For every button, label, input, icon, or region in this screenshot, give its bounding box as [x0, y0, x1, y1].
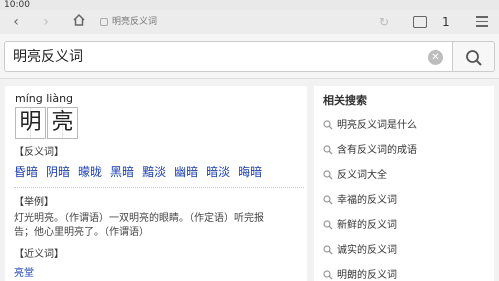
- menu-icon[interactable]: [476, 16, 488, 27]
- synonym-section-title: 【近义词】: [14, 249, 64, 260]
- pinyin: míng liàng: [15, 92, 74, 105]
- tab-count[interactable]: 1: [442, 14, 450, 30]
- related-search-item[interactable]: 明朗的反义词: [323, 268, 488, 281]
- search-query: 明亮反义词: [13, 49, 83, 65]
- character-boxes: 明 亮: [15, 107, 79, 139]
- related-searches-panel: 相关搜索 明亮反义词是什么 含有反义词的成语 反义词大全 幸福的反义词 新鲜的反…: [314, 86, 494, 281]
- status-bar: 10:00: [0, 0, 499, 10]
- antonym-link[interactable]: 阴暗: [46, 164, 70, 180]
- search-icon: [323, 245, 333, 255]
- related-search-item[interactable]: 幸福的反义词: [323, 193, 488, 218]
- search-icon: [466, 50, 482, 66]
- related-search-label: 新鲜的反义词: [337, 220, 397, 231]
- synonym-link[interactable]: 亮堂: [14, 264, 34, 279]
- search-input[interactable]: 明亮反义词 ✕: [4, 41, 453, 72]
- antonym-link[interactable]: 暗淡: [206, 164, 230, 180]
- related-search-item[interactable]: 新鲜的反义词: [323, 218, 488, 243]
- antonym-link[interactable]: 幽暗: [174, 164, 198, 180]
- character-box: 明: [15, 107, 46, 139]
- search-icon: [323, 195, 333, 205]
- dictionary-entry-card: míng liàng 明 亮 【反义词】 昏暗 阴暗 曚昽 黑暗 黯淡 幽暗 暗…: [5, 86, 307, 281]
- related-search-label: 明亮反义词是什么: [337, 120, 417, 131]
- antonym-link[interactable]: 昏暗: [14, 164, 38, 180]
- related-search-label: 含有反义词的成语: [337, 145, 417, 156]
- forward-icon[interactable]: ›: [38, 13, 54, 31]
- antonym-section-title: 【反义词】: [14, 147, 64, 158]
- example-text-line: 告；他心里明亮了。（作谓语）: [14, 227, 149, 238]
- related-searches-list: 明亮反义词是什么 含有反义词的成语 反义词大全 幸福的反义词 新鲜的反义词 诚实…: [323, 118, 488, 281]
- related-search-item[interactable]: 诚实的反义词: [323, 243, 488, 268]
- related-search-label: 反义词大全: [337, 170, 387, 181]
- reload-icon[interactable]: ↻: [376, 13, 392, 31]
- antonym-list: 昏暗 阴暗 曚昽 黑暗 黯淡 幽暗 暗淡 晦暗: [14, 164, 304, 180]
- page-icon: [100, 17, 108, 26]
- status-time: 10:00: [4, 0, 30, 10]
- search-icon: [323, 270, 333, 280]
- search-bar: 明亮反义词 ✕: [0, 34, 499, 79]
- tabs-icon[interactable]: [413, 16, 427, 28]
- related-search-label: 明朗的反义词: [337, 270, 397, 281]
- antonym-link[interactable]: 黑暗: [110, 164, 134, 180]
- search-button[interactable]: [453, 41, 495, 72]
- divider: [14, 187, 304, 188]
- example-section-title: 【举例】: [14, 197, 54, 208]
- antonym-link[interactable]: 黯淡: [142, 164, 166, 180]
- back-icon[interactable]: ‹: [8, 13, 24, 31]
- related-search-item[interactable]: 反义词大全: [323, 168, 488, 193]
- character-box: 亮: [47, 107, 78, 139]
- search-icon: [323, 145, 333, 155]
- clear-icon[interactable]: ✕: [428, 50, 443, 65]
- url-text: 明亮反义词: [112, 17, 158, 27]
- antonym-link[interactable]: 晦暗: [238, 164, 262, 180]
- url-bar[interactable]: 明亮反义词: [100, 13, 395, 31]
- antonym-link[interactable]: 曚昽: [78, 164, 102, 180]
- search-icon: [323, 170, 333, 180]
- search-icon: [323, 120, 333, 130]
- home-icon[interactable]: [70, 13, 88, 31]
- browser-toolbar: ‹ › 明亮反义词 ↻ 1: [0, 10, 499, 34]
- related-search-label: 幸福的反义词: [337, 195, 397, 206]
- search-icon: [323, 220, 333, 230]
- related-search-item[interactable]: 明亮反义词是什么: [323, 118, 488, 143]
- example-text-line: 灯光明亮。（作谓语）一双明亮的眼睛。（作定语）听完报: [14, 213, 264, 224]
- related-search-item[interactable]: 含有反义词的成语: [323, 143, 488, 168]
- related-searches-title: 相关搜索: [323, 94, 367, 107]
- related-search-label: 诚实的反义词: [337, 245, 397, 256]
